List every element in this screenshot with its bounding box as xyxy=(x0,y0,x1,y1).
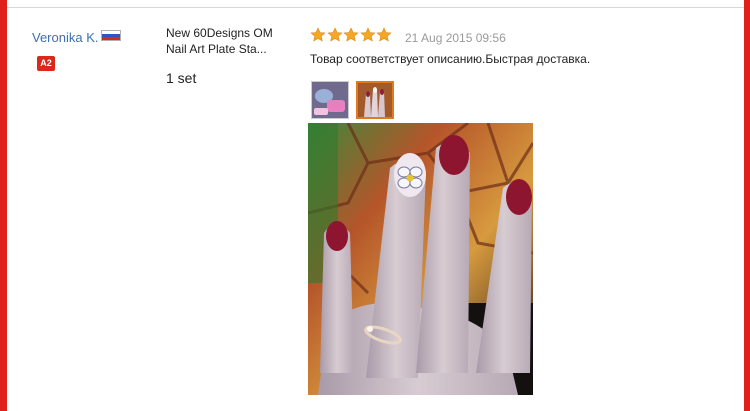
photo-thumbnail-2[interactable] xyxy=(356,81,394,119)
right-frame-border xyxy=(744,0,750,411)
thumbnail-image xyxy=(312,82,348,118)
buyer-info: Veronika K. xyxy=(32,29,121,47)
star-icon xyxy=(326,27,343,42)
buyer-level-badge: A2 xyxy=(37,56,55,71)
star-rating xyxy=(310,27,393,48)
star-icon xyxy=(376,27,392,42)
photo-thumbnail-1[interactable] xyxy=(311,81,349,119)
review-text: Товар соответствует описанию.Быстрая дос… xyxy=(310,52,591,66)
star-icon xyxy=(343,27,359,42)
buyer-name-link[interactable]: Veronika K. xyxy=(32,30,99,45)
review-photo[interactable] xyxy=(308,123,533,395)
review-header: 21 Aug 2015 09:56 xyxy=(310,27,506,48)
left-frame-border xyxy=(0,0,7,411)
product-info: New 60Designs OM Nail Art Plate Sta... xyxy=(166,25,291,57)
thumbnail-image xyxy=(358,83,392,117)
product-quantity: 1 set xyxy=(166,70,197,86)
hand-nail-art-photo xyxy=(308,123,533,395)
row-divider xyxy=(7,7,744,8)
star-icon xyxy=(359,27,376,42)
product-title-link[interactable]: New 60Designs OM Nail Art Plate Sta... xyxy=(166,25,291,57)
russia-flag-icon xyxy=(100,30,121,41)
star-icon xyxy=(310,27,326,42)
review-date: 21 Aug 2015 09:56 xyxy=(405,31,506,45)
